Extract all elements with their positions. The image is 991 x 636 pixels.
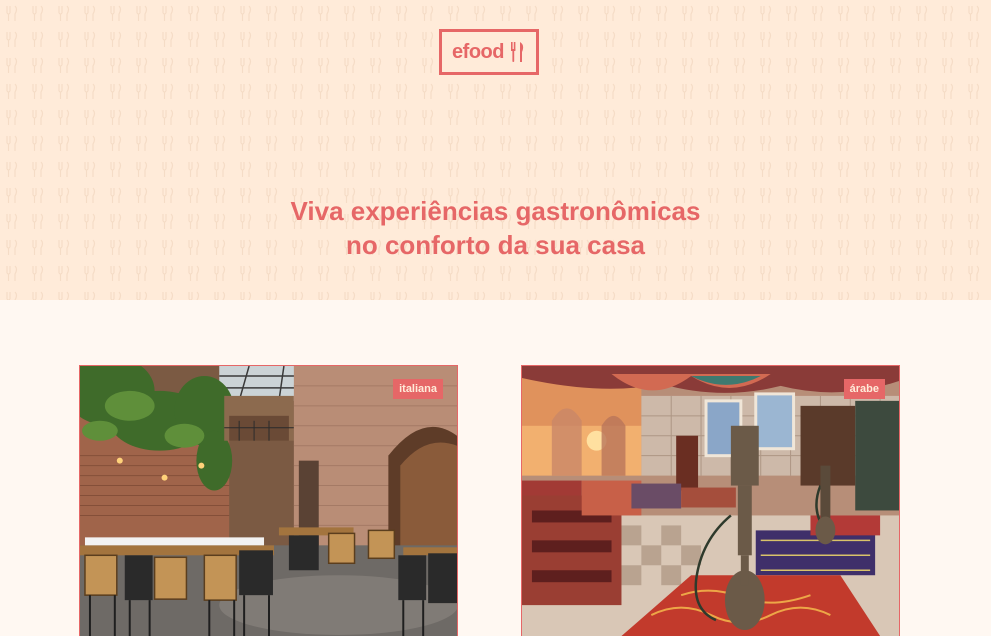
restaurant-image (80, 366, 457, 636)
fork-knife-icon (510, 42, 524, 62)
tagline-line-1: Viva experiências gastronômicas (290, 196, 701, 226)
tagline-line-2: no conforto da sua casa (345, 230, 646, 260)
logo-text: efood (452, 41, 504, 63)
hero-banner: efood Viva experiências gastronômicas no… (0, 0, 991, 300)
hero-tagline: Viva experiências gastronômicas no confo… (0, 194, 991, 262)
category-tag: italiana (393, 379, 443, 399)
category-tag: árabe (843, 379, 885, 399)
restaurant-image (522, 366, 899, 636)
efood-logo[interactable]: efood (439, 29, 539, 75)
restaurant-card-italiana[interactable]: italiana (79, 365, 458, 636)
restaurant-card-arabe[interactable]: árabe (521, 365, 900, 636)
